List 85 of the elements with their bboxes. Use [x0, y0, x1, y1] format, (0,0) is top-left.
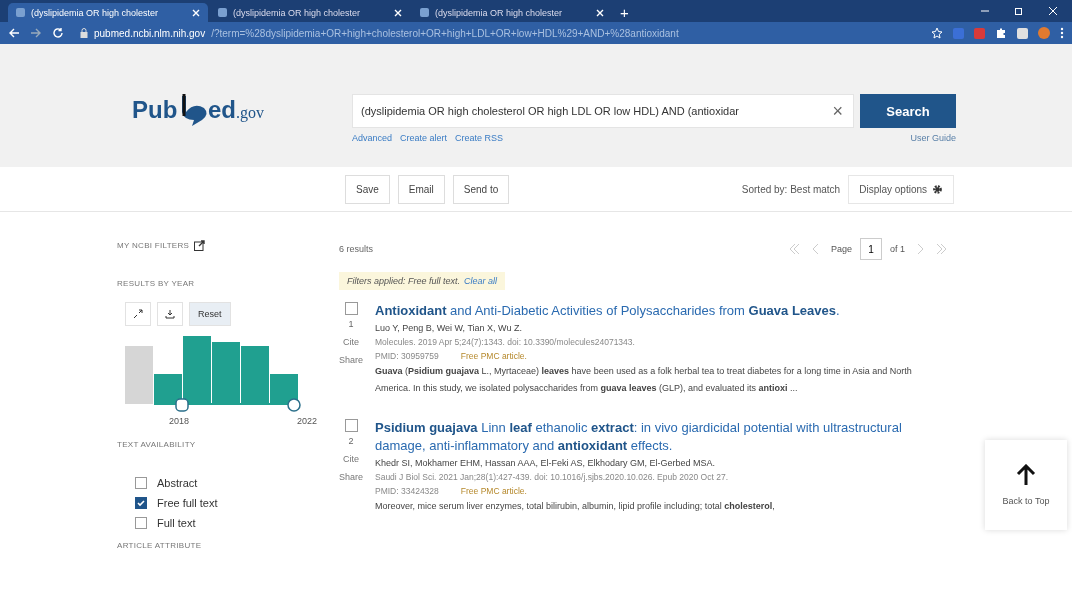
browser-tab[interactable]: (dyslipidemia OR high cholester	[412, 3, 612, 22]
header-link[interactable]: Create alert	[400, 133, 448, 143]
filters-applied-text: Filters applied: Free full text.	[347, 276, 461, 286]
section-heading: TEXT AVAILABILITY	[117, 440, 197, 449]
profile-avatar[interactable]	[1038, 27, 1050, 39]
download-icon	[165, 309, 175, 319]
article-authors: Khedr SI, Mokhamer EHM, Hassan AAA, El-Feki AS, Elkhodary GM, El-Gerbed MSA.	[375, 458, 717, 468]
reload-icon[interactable]	[52, 27, 64, 39]
result-checkbox[interactable]	[344, 419, 358, 432]
filter-checkbox[interactable]: Free full text	[135, 497, 322, 509]
search-button[interactable]: Search	[860, 94, 956, 128]
page-total: of 1	[890, 244, 905, 254]
filter-checkbox[interactable]: Abstract	[135, 477, 322, 489]
toolbar-button[interactable]: Save	[345, 174, 390, 204]
browser-tab[interactable]: (dyslipidemia OR high cholester	[210, 3, 410, 22]
cite-link[interactable]: Cite	[343, 454, 359, 464]
filter-checkbox[interactable]: Full text	[135, 517, 322, 529]
article-title-link[interactable]: Antioxidant and Anti-Diabetic Activities of Polysaccharides from Guava Leaves.	[375, 302, 949, 320]
forward-icon[interactable]	[30, 27, 42, 39]
toolbar-button[interactable]: Send to	[452, 174, 510, 204]
page-icon	[16, 8, 25, 17]
back-to-top-button[interactable]: Back to Top	[985, 440, 1067, 530]
article-title-link[interactable]: Psidium guajava Linn leaf ethanolic extract: in vivo giardicidal potential with ultrastructural damage, anti-inflammatory and antioxidant effects.	[375, 419, 949, 455]
expand-button[interactable]	[125, 302, 151, 326]
new-tab-button[interactable]: +	[614, 3, 635, 22]
article-snippet: Moreover, mice serum liver enzymes, total bilirubin, albumin, lipid profile including; total cholesterol,	[375, 500, 776, 513]
range-handle-icon[interactable]	[287, 398, 301, 412]
result-number: 2	[348, 436, 354, 446]
restore-icon[interactable]	[1014, 6, 1024, 16]
user-guide-link[interactable]: User Guide	[910, 133, 956, 143]
lock-icon	[80, 28, 88, 38]
star-icon[interactable]	[931, 27, 943, 39]
free-article-tag: Free PMC article.	[460, 351, 527, 361]
pmid: PMID: 30959759	[375, 351, 439, 361]
extension-icon[interactable]	[1017, 27, 1028, 39]
download-button[interactable]	[157, 302, 183, 326]
article-citation: Molecules. 2019 Apr 5;24(7):1343. doi: 10.3390/molecules24071343.	[375, 337, 636, 347]
section-heading: RESULTS BY YEAR	[117, 279, 196, 288]
header-link[interactable]: Advanced	[352, 133, 393, 143]
page-icon	[420, 8, 429, 17]
back-icon[interactable]	[8, 27, 20, 39]
clear-all-link[interactable]: Clear all	[464, 276, 498, 286]
settings-icon	[932, 183, 943, 195]
toolbar-button[interactable]: Email	[397, 174, 445, 204]
pmid: PMID: 33424328	[375, 486, 439, 496]
article-snippet: Guava (Psidium guajava L., Myrtaceae) leaves have been used as a folk herbal tea to treat diabetes for a long time in Asia and North America. In this study, we isolated polysaccharides from guava leaves (GLP), and evaluated its antioxi ...	[375, 365, 913, 395]
range-handle-icon[interactable]	[175, 398, 189, 412]
article-citation: Saudi J Biol Sci. 2021 Jan;28(1):427-439. doi: 10.1016/j.sjbs.2020.10.026. Epub 2020 Oct 27.	[375, 472, 729, 482]
histogram-bar[interactable]	[270, 374, 298, 404]
section-heading: MY NCBI FILTERS	[117, 241, 190, 250]
results-count: 6 results	[339, 244, 373, 254]
checkbox[interactable]	[135, 497, 147, 509]
checkbox[interactable]	[135, 477, 147, 489]
section-heading: ARTICLE ATTRIBUTE	[117, 541, 203, 550]
result-checkbox[interactable]	[344, 302, 358, 315]
year-label: 2022	[296, 416, 317, 426]
pubmed-logo[interactable]: Pub ed.gov	[132, 92, 282, 128]
histogram-bar[interactable]	[154, 374, 182, 404]
puzzle-icon[interactable]	[995, 27, 1007, 39]
search-field[interactable]: (dyslipidemia OR high cholesterol OR high LDL OR low HDL) AND (antioxidar ×	[352, 94, 854, 128]
external-link-icon[interactable]	[194, 240, 206, 251]
sort-label[interactable]: Sorted by: Best match	[741, 183, 841, 195]
result-number: 1	[348, 319, 354, 329]
browser-tab[interactable]: (dyslipidemia OR high cholester	[8, 3, 208, 22]
share-link[interactable]: Share	[339, 472, 363, 482]
expand-icon	[133, 309, 143, 319]
close-icon[interactable]	[192, 8, 200, 17]
display-options-button[interactable]: Display options	[848, 174, 954, 204]
cite-link[interactable]: Cite	[343, 337, 359, 347]
header-link[interactable]: Create RSS	[455, 133, 504, 143]
free-article-tag: Free PMC article.	[460, 486, 527, 496]
checkbox[interactable]	[135, 517, 147, 529]
page-field[interactable]: 1	[860, 238, 882, 260]
reset-button[interactable]: Reset	[189, 302, 231, 326]
menu-icon[interactable]	[1060, 27, 1064, 39]
clear-button[interactable]: ×	[822, 100, 853, 122]
article-authors: Luo Y, Peng B, Wei W, Tian X, Wu Z.	[375, 323, 523, 333]
close-icon[interactable]	[596, 8, 604, 17]
close-icon[interactable]	[1048, 6, 1058, 16]
up-arrow-icon	[1016, 464, 1036, 486]
page-label: Page	[830, 244, 852, 254]
share-link[interactable]: Share	[339, 355, 363, 365]
year-label: 2018	[169, 416, 190, 426]
page-icon	[218, 8, 227, 17]
close-icon[interactable]	[394, 8, 402, 17]
